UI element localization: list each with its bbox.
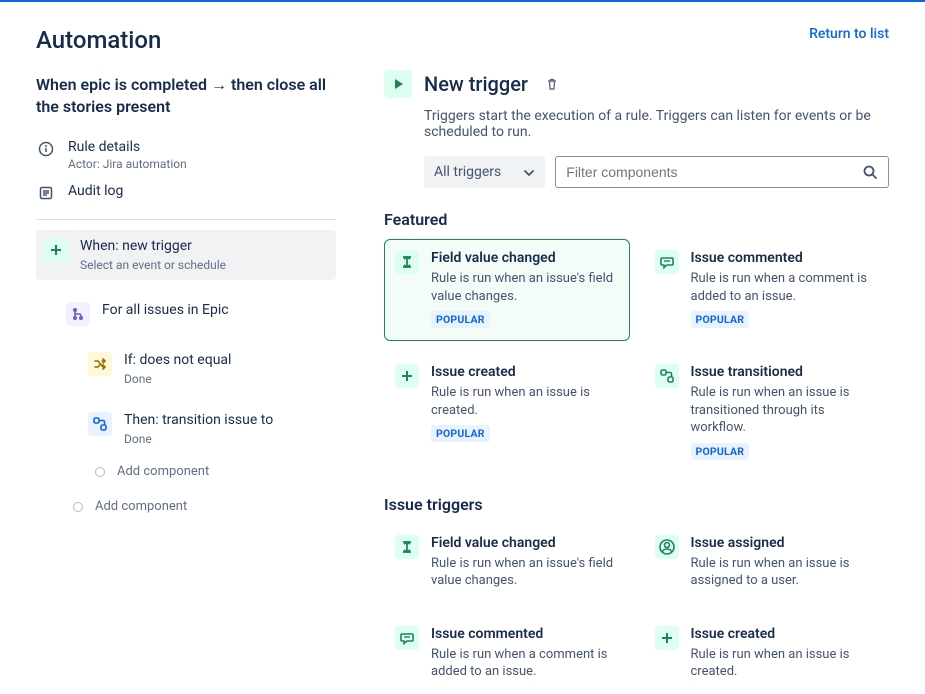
add-component-inner[interactable]: Add component (80, 454, 336, 489)
rule-details-sub: Actor: Jira automation (68, 157, 187, 171)
audit-log-label: Audit log (68, 183, 123, 199)
popular-badge: POPULAR (431, 311, 490, 328)
trigger-card-title: Issue commented (691, 250, 879, 266)
trigger-card-title: Issue transitioned (691, 364, 879, 380)
trigger-card-title: Field value changed (431, 535, 619, 551)
chain-then-sub: Done (124, 432, 273, 446)
add-dot-icon (73, 502, 83, 512)
search-icon (862, 164, 878, 180)
chain-then-title: Then: transition issue to (124, 412, 273, 428)
trigger-card-desc: Rule is run when a comment is added to a… (691, 270, 879, 305)
issue-triggers-heading: Issue triggers (384, 495, 889, 514)
issue-created-icon (655, 626, 679, 650)
trigger-card[interactable]: Issue created Rule is run when an issue i… (384, 353, 630, 473)
trigger-card-desc: Rule is run when an issue is transitione… (691, 384, 879, 437)
chain-when[interactable]: When: new trigger Select an event or sch… (36, 230, 336, 280)
trigger-card[interactable]: Field value changed Rule is run when an i… (384, 239, 630, 341)
trigger-card-desc: Rule is run when an issue's field value … (431, 555, 619, 590)
panel-title: New trigger (424, 72, 528, 96)
trigger-category-dropdown[interactable]: All triggers (424, 156, 545, 188)
action-icon (88, 412, 112, 436)
trigger-card-title: Issue created (431, 364, 619, 380)
plus-icon (44, 238, 68, 262)
chain-if[interactable]: If: does not equal Done (80, 344, 336, 394)
trigger-card[interactable]: Issue commented Rule is run when a commen… (644, 239, 890, 341)
audit-log-icon (36, 183, 56, 203)
trigger-card-title: Issue created (691, 626, 879, 642)
trigger-card-title: Field value changed (431, 250, 619, 266)
trigger-card-title: Issue assigned (691, 535, 879, 551)
info-icon (36, 139, 56, 159)
issue-created-icon (395, 364, 419, 388)
filter-components-input[interactable] (566, 157, 854, 187)
popular-badge: POPULAR (431, 425, 490, 442)
trigger-card-desc: Rule is run when an issue is assigned to… (691, 555, 879, 590)
field-value-changed-icon (395, 250, 419, 274)
return-to-list-link[interactable]: Return to list (809, 26, 889, 54)
chain-then[interactable]: Then: transition issue to Done (80, 404, 336, 454)
add-component-outer[interactable]: Add component (58, 489, 336, 524)
chevron-down-icon (521, 165, 535, 179)
popular-badge: POPULAR (691, 311, 750, 328)
trigger-card[interactable]: Field value changed Rule is run when an i… (384, 524, 630, 603)
issue-commented-icon (655, 250, 679, 274)
delete-trigger-button[interactable] (544, 76, 560, 92)
add-component-inner-label: Add component (117, 464, 209, 479)
rule-details-label: Rule details (68, 139, 187, 155)
condition-icon (88, 352, 112, 376)
page-title: Automation (36, 26, 161, 54)
trigger-card[interactable]: Issue transitioned Rule is run when an is… (644, 353, 890, 473)
chain-branch-title: For all issues in Epic (102, 302, 229, 318)
play-icon (384, 70, 412, 98)
issue-assigned-icon (655, 535, 679, 559)
popular-badge: POPULAR (691, 443, 750, 460)
featured-heading: Featured (384, 210, 889, 229)
trigger-card[interactable]: Issue assigned Rule is run when an issue … (644, 524, 890, 603)
trigger-card[interactable]: Issue commented Rule is run when a commen… (384, 615, 630, 694)
trigger-card-desc: Rule is run when an issue's field value … (431, 270, 619, 305)
trigger-card-desc: Rule is run when an issue is created. (431, 384, 619, 419)
branch-icon (66, 302, 90, 326)
filter-components-search[interactable] (555, 156, 889, 188)
chain-if-title: If: does not equal (124, 352, 231, 368)
divider (36, 219, 336, 220)
trigger-card-desc: Rule is run when a comment is added to a… (431, 646, 619, 681)
field-value-changed-icon (395, 535, 419, 559)
chain-when-title: When: new trigger (80, 238, 226, 254)
trigger-category-label: All triggers (434, 164, 501, 180)
panel-description: Triggers start the execution of a rule. … (424, 108, 889, 140)
rule-name: When epic is completed → then close all … (36, 74, 336, 117)
add-dot-icon (95, 467, 105, 477)
chain-when-sub: Select an event or schedule (80, 258, 226, 272)
chain-branch[interactable]: For all issues in Epic (58, 294, 336, 334)
audit-log-row[interactable]: Audit log (36, 177, 336, 209)
trigger-card[interactable]: Issue created Rule is run when an issue i… (644, 615, 890, 694)
add-component-outer-label: Add component (95, 499, 187, 514)
rule-details-row[interactable]: Rule details Actor: Jira automation (36, 133, 336, 177)
issue-transitioned-icon (655, 364, 679, 388)
issue-commented-icon (395, 626, 419, 650)
chain-if-sub: Done (124, 372, 231, 386)
trigger-card-desc: Rule is run when an issue is created. (691, 646, 879, 681)
trigger-card-title: Issue commented (431, 626, 619, 642)
